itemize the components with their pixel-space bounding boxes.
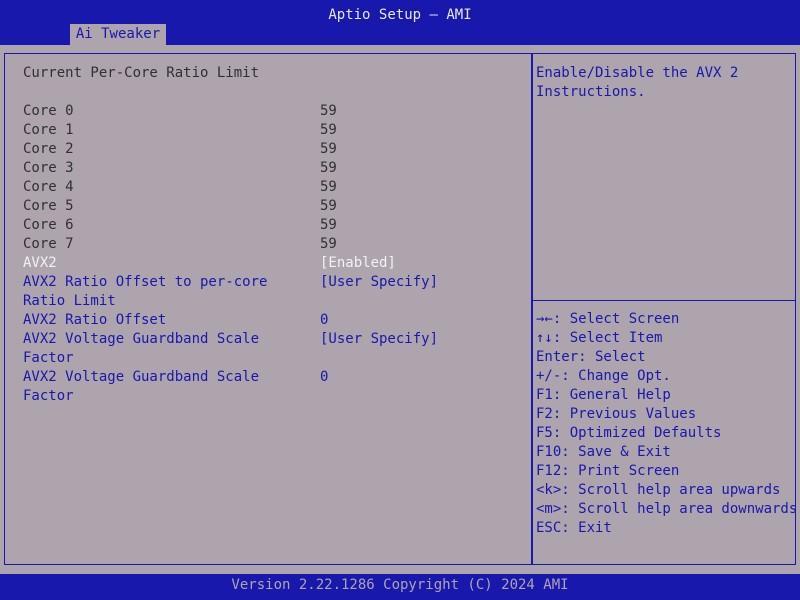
- core-label: Core 1: [23, 122, 74, 138]
- core-label: Core 4: [23, 179, 74, 195]
- setting-label-continued: Ratio Limit: [23, 293, 116, 309]
- key-help-item: F2: Previous Values: [536, 406, 697, 422]
- setting-value[interactable]: [User Specify]: [320, 330, 438, 349]
- setting-value[interactable]: 0: [320, 368, 328, 387]
- key-help-item: F12: Print Screen: [536, 463, 680, 479]
- core-label: Core 3: [23, 160, 74, 176]
- avx2-label: AVX2: [23, 255, 57, 271]
- pane-divider: [531, 54, 533, 564]
- key-help-item: F10: Save & Exit: [536, 444, 671, 460]
- key-help-list: →←: Select Screen ↑↓: Select Item Enter:…: [536, 310, 798, 538]
- setting-label: AVX2 Voltage Guardband Scale: [23, 331, 260, 347]
- core-label: Core 5: [23, 198, 74, 214]
- core-label: Core 0: [23, 103, 74, 119]
- avx2-value[interactable]: [Enabled]: [320, 254, 396, 273]
- core-value: 59: [320, 122, 337, 138]
- setting-value[interactable]: 0: [320, 311, 328, 330]
- core-label: Core 6: [23, 217, 74, 233]
- item-help-text: Enable/Disable the AVX 2 Instructions.: [536, 65, 739, 100]
- core-value: 59: [320, 103, 337, 119]
- settings-pane: Current Per-Core Ratio Limit Core 0 59 C…: [5, 54, 531, 564]
- core-value: 59: [320, 179, 337, 195]
- setting-label-continued: Factor: [23, 350, 74, 366]
- key-help-item: F1: General Help: [536, 387, 671, 403]
- help-divider: [533, 300, 795, 301]
- core-value: 59: [320, 160, 337, 176]
- setting-value[interactable]: [User Specify]: [320, 273, 438, 292]
- setting-label-continued: Factor: [23, 388, 74, 404]
- title-bar: Aptio Setup – AMI Ai Tweaker: [0, 0, 800, 45]
- version-footer: Version 2.22.1286 Copyright (C) 2024 AMI: [0, 574, 800, 600]
- key-help-item: <m>: Scroll help area downwards: [536, 501, 798, 517]
- key-help-item: +/-: Change Opt.: [536, 368, 671, 384]
- key-help-item: F5: Optimized Defaults: [536, 425, 722, 441]
- section-title: Current Per-Core Ratio Limit: [23, 65, 260, 81]
- key-help-item: ↑↓: Select Item: [536, 330, 663, 346]
- core-value: 59: [320, 141, 337, 157]
- key-help-item: ESC: Exit: [536, 520, 612, 536]
- setting-label: AVX2 Voltage Guardband Scale: [23, 369, 260, 385]
- key-help-item: <k>: Scroll help area upwards: [536, 482, 781, 498]
- app-title: Aptio Setup – AMI: [328, 7, 472, 23]
- core-value: 59: [320, 236, 337, 252]
- key-help-item: Enter: Select: [536, 349, 646, 365]
- core-label: Core 2: [23, 141, 74, 157]
- main-panel: Current Per-Core Ratio Limit Core 0 59 C…: [4, 53, 798, 565]
- setting-label: AVX2 Ratio Offset: [23, 312, 167, 328]
- core-value: 59: [320, 217, 337, 233]
- setting-label: AVX2 Ratio Offset to per-core: [23, 274, 268, 290]
- key-help-item: →←: Select Screen: [536, 311, 680, 327]
- core-label: Core 7: [23, 236, 74, 252]
- core-value: 59: [320, 198, 337, 214]
- tab-ai-tweaker[interactable]: Ai Tweaker: [70, 24, 166, 45]
